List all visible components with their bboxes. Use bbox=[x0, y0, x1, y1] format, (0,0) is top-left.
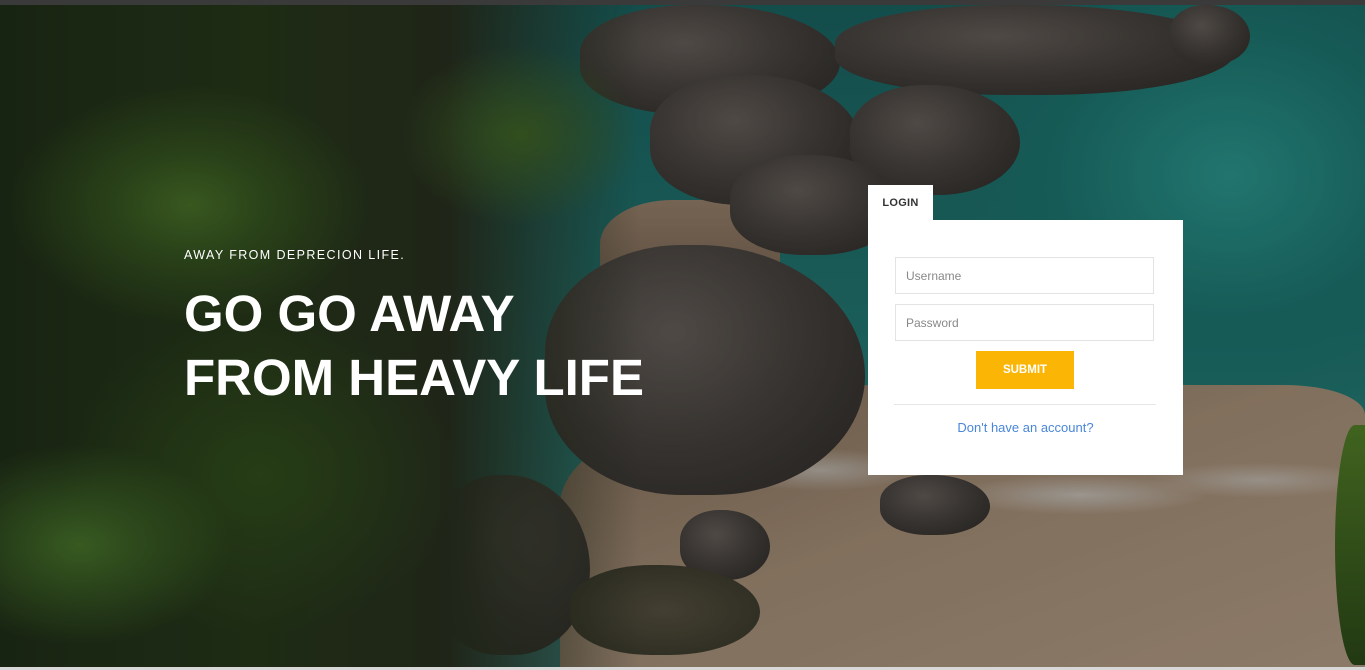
submit-button[interactable]: SUBMIT bbox=[976, 351, 1074, 389]
hero-headline-line-2: FROM HEAVY LIFE bbox=[184, 349, 644, 406]
hero-headline: GO GO AWAY FROM HEAVY LIFE bbox=[184, 282, 704, 410]
window-top-bar bbox=[0, 0, 1365, 5]
tab-login[interactable]: LOGIN bbox=[868, 185, 933, 220]
login-form: SUBMIT Don't have an account? bbox=[868, 220, 1183, 475]
hero-tagline: AWAY FROM DEPRECION LIFE. bbox=[184, 248, 406, 262]
username-input[interactable] bbox=[895, 257, 1154, 294]
password-input[interactable] bbox=[895, 304, 1154, 341]
signup-link[interactable]: Don't have an account? bbox=[868, 420, 1183, 435]
form-divider bbox=[894, 404, 1156, 405]
hero-headline-line-1: GO GO AWAY bbox=[184, 285, 515, 342]
